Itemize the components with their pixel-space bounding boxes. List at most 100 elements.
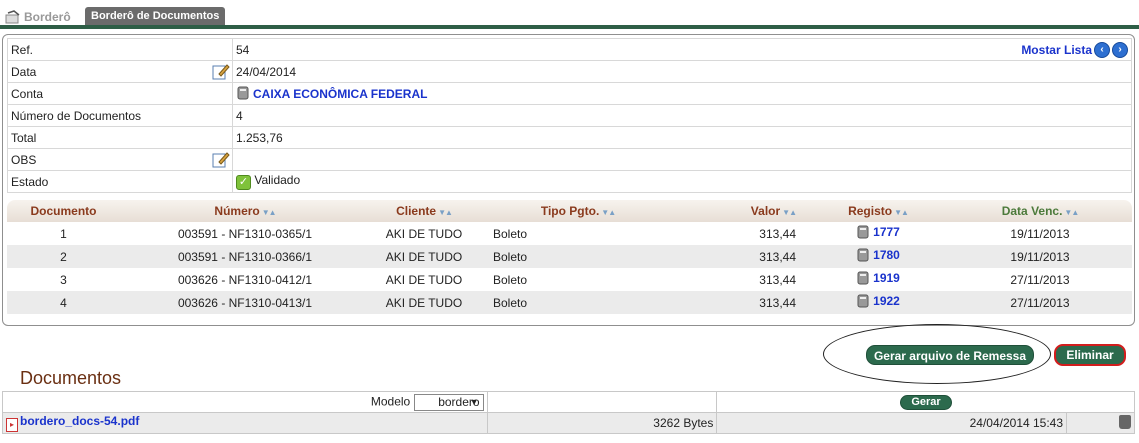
col-numero-cell[interactable]: Número ▼▲: [120, 204, 370, 218]
cell-tipo: Boleto: [493, 226, 528, 241]
info-label: Data: [11, 64, 37, 79]
info-row-data: Data 24/04/2014: [7, 60, 1132, 83]
documents-table-header: Documento Número ▼▲ Cliente ▼▲ Tipo Pgto. ▼…: [7, 200, 1132, 222]
info-row-num-docs: Número de Documentos 4: [7, 104, 1132, 127]
table-row: 4 003626 - NF1310-0413/1 AKI DE TUDO Bol…: [7, 291, 1132, 314]
cell-data-venc: 19/11/2013: [1010, 226, 1070, 241]
cell-registo: 1780: [808, 248, 948, 265]
gerar-arquivo-remessa-button[interactable]: Gerar arquivo de Remessa: [866, 345, 1034, 365]
cell-cliente: AKI DE TUDO: [385, 295, 463, 310]
cell-documento: 1: [60, 226, 67, 241]
col-data-venc-cell[interactable]: Data Venc. ▼▲: [948, 204, 1132, 218]
pdf-icon: ▸: [6, 418, 18, 432]
tab-bar: Borderô Borderô de Documentos: [0, 5, 1139, 29]
registo-link[interactable]: 1922: [873, 294, 900, 308]
cell-data-venc: 27/11/2013: [1010, 272, 1070, 287]
col-registo: Registo: [848, 204, 893, 218]
info-label-cell: OBS: [7, 148, 233, 171]
info-value: 1.253,76: [232, 126, 1132, 149]
bordero-panel: Ref. 54 Mostar Lista ‹ › Data 24/04/2014: [2, 34, 1135, 326]
info-row-obs: OBS: [7, 148, 1132, 171]
col-data-venc: Data Venc.: [1001, 204, 1063, 218]
sort-icon[interactable]: ▼▲: [438, 208, 453, 217]
tab-bordero[interactable]: Borderô: [5, 9, 71, 25]
col-valor: Valor: [750, 204, 781, 218]
cell-registo: 1919: [808, 271, 948, 288]
file-name-cell: ▸ bordero_docs-54.pdf: [2, 412, 488, 434]
cell-data-venc: 27/11/2013: [1010, 295, 1070, 310]
info-label-cell: Data: [7, 60, 233, 83]
registo-link[interactable]: 1777: [873, 225, 900, 239]
registo-link[interactable]: 1780: [873, 248, 900, 262]
cell-documento: 2: [60, 249, 67, 264]
cell-registo: 1922: [808, 294, 948, 311]
cell-documento: 4: [60, 295, 67, 310]
col-tipo: Tipo Pgto.: [540, 204, 600, 218]
documentos-controls-row: Modelo bordero ▼: [2, 391, 1135, 413]
registo-link[interactable]: 1919: [873, 271, 900, 285]
edit-icon[interactable]: [212, 151, 230, 168]
sort-icon[interactable]: ▼▲: [262, 208, 277, 217]
table-row: 3 003626 - NF1310-0412/1 AKI DE TUDO Bol…: [7, 268, 1132, 291]
modelo-cell: Modelo bordero ▼: [2, 391, 488, 413]
info-value-cell: CAIXA ECONÔMICA FEDERAL: [232, 82, 1132, 105]
tab-bordero-documentos[interactable]: Borderô de Documentos: [85, 7, 226, 25]
col-cliente-cell[interactable]: Cliente ▼▲: [370, 204, 478, 218]
trash-cell: [1066, 412, 1135, 434]
edit-icon[interactable]: [212, 63, 230, 80]
info-label: Conta: [7, 82, 233, 105]
sort-icon[interactable]: ▼▲: [894, 208, 909, 217]
documentos-title: Documentos: [20, 368, 122, 388]
eliminar-button[interactable]: Eliminar: [1054, 344, 1126, 366]
col-valor-cell[interactable]: Valor ▼▲: [678, 204, 808, 218]
info-value: [232, 148, 1132, 171]
info-label: Estado: [7, 170, 233, 193]
cell-registo: 1777: [808, 225, 948, 242]
cell-valor: 313,44: [759, 295, 796, 310]
col-documento: Documento: [30, 204, 97, 218]
info-table: Ref. 54 Mostar Lista ‹ › Data 24/04/2014: [7, 38, 1132, 193]
modelo-select[interactable]: bordero ▼: [413, 393, 484, 411]
file-link[interactable]: bordero_docs-54.pdf: [20, 414, 139, 428]
mostrar-lista-link[interactable]: Mostar Lista: [1021, 43, 1092, 57]
trash-icon[interactable]: [1119, 414, 1131, 429]
database-icon: [857, 271, 869, 285]
chevron-down-icon: ▼: [469, 396, 479, 407]
col-tipo-cell[interactable]: Tipo Pgto. ▼▲: [478, 204, 678, 218]
sort-icon[interactable]: ▼▲: [601, 208, 616, 217]
cell-documento: 3: [60, 272, 67, 287]
conta-link[interactable]: CAIXA ECONÔMICA FEDERAL: [253, 87, 427, 101]
col-registo-cell[interactable]: Registo ▼▲: [808, 204, 948, 218]
cell-numero: 003591 - NF1310-0365/1: [177, 226, 313, 241]
cell-valor: 313,44: [759, 249, 796, 264]
next-arrow-icon[interactable]: ›: [1112, 42, 1128, 58]
cell-data-venc: 19/11/2013: [1010, 249, 1070, 264]
ref-value: 54: [236, 42, 250, 57]
cell-numero: 003626 - NF1310-0412/1: [177, 272, 313, 287]
info-label: Ref.: [7, 38, 233, 61]
gerar-button[interactable]: Gerar: [900, 395, 952, 410]
info-value-cell: ✓ Validado: [232, 170, 1132, 193]
info-row-conta: Conta CAIXA ECONÔMICA FEDERAL: [7, 82, 1132, 105]
file-date: 24/04/2014 15:43: [716, 412, 1068, 434]
database-icon: [237, 86, 249, 100]
list-item: ▸ bordero_docs-54.pdf 3262 Bytes 24/04/20…: [2, 412, 1135, 434]
database-icon: [857, 248, 869, 262]
info-label: Total: [7, 126, 233, 149]
file-size: 3262 Bytes: [486, 412, 718, 434]
cell-valor: 313,44: [759, 272, 796, 287]
col-cliente: Cliente: [396, 204, 437, 218]
sort-icon[interactable]: ▼▲: [782, 208, 797, 217]
documentos-table: Modelo bordero ▼ ▸ bordero_docs-54.pdf 326…: [2, 391, 1135, 434]
prev-arrow-icon[interactable]: ‹: [1094, 42, 1110, 58]
cell-tipo: Boleto: [493, 272, 528, 287]
info-value: 24/04/2014: [232, 60, 1132, 83]
sort-icon[interactable]: ▼▲: [1064, 208, 1079, 217]
cell-tipo: Boleto: [493, 295, 528, 310]
cell-cliente: AKI DE TUDO: [385, 249, 463, 264]
info-row-estado: Estado ✓ Validado: [7, 170, 1132, 193]
tab-underline: [0, 25, 1139, 29]
database-icon: [857, 225, 869, 239]
bordero-icon: [5, 10, 20, 24]
table-row: 2 003591 - NF1310-0366/1 AKI DE TUDO Bol…: [7, 245, 1132, 268]
